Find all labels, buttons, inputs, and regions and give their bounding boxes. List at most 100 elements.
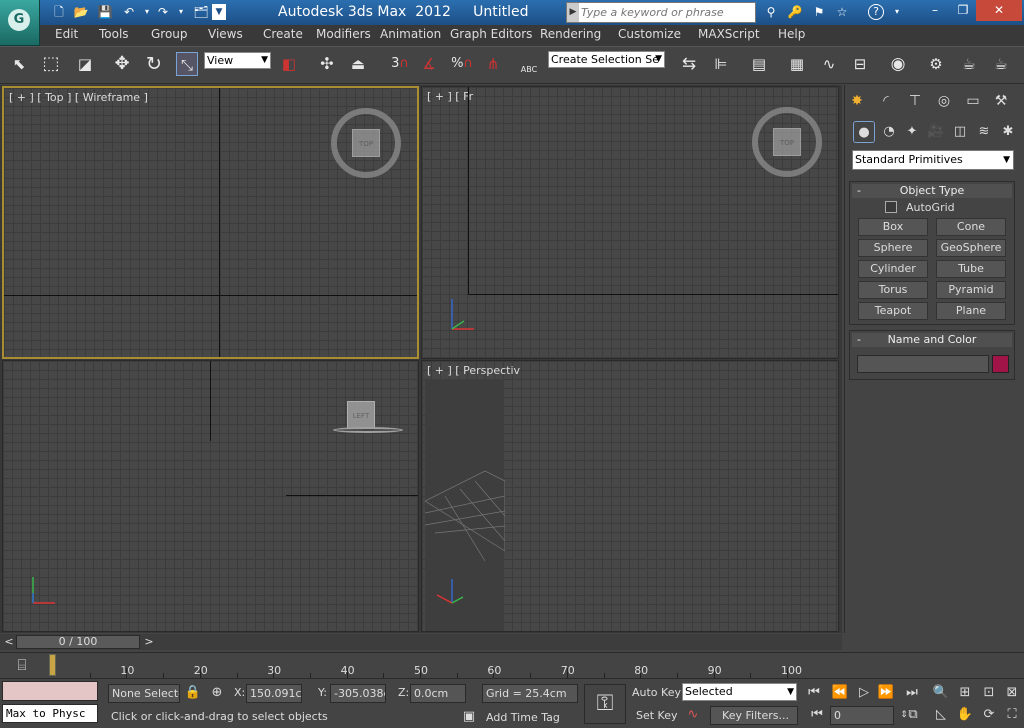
previous-frame-icon[interactable]: ⏪ [831,684,849,702]
menu-tools[interactable]: Tools [99,27,129,41]
plane-button[interactable]: Plane [936,302,1006,320]
restore-button[interactable]: ❐ [950,0,976,21]
geosphere-button[interactable]: GeoSphere [936,239,1006,257]
reference-coordinate-dropdown[interactable]: View ▼ [204,52,271,69]
create-tab-icon[interactable]: ✸ [846,90,868,112]
menu-create[interactable]: Create [263,27,303,41]
teapot-button[interactable]: Teapot [858,302,928,320]
viewcube-front[interactable]: TOP [752,107,822,177]
viewport-label-front[interactable]: [ + ] [ Fr [427,90,473,103]
autogrid-checkbox[interactable] [885,201,897,213]
new-file-icon[interactable]: 🗋 [50,4,68,20]
timeline[interactable] [0,652,1024,678]
viewport-left[interactable]: LEFT [2,360,419,632]
snaps-toggle-icon[interactable]: 3∩ [385,52,415,76]
auto-key-button[interactable]: Auto Key [632,686,681,699]
maximize-viewport-icon[interactable]: ⛶ [1003,706,1021,724]
object-name-input[interactable] [857,355,989,373]
key-mode-toggle-icon[interactable]: ⏮ [808,706,826,724]
redo-icon[interactable]: ↷ [154,4,172,20]
percent-snap-icon[interactable]: %∩ [449,52,475,76]
maxscript-listener-pink[interactable] [2,681,98,701]
torus-button[interactable]: Torus [858,281,928,299]
redo-dropdown-icon[interactable]: ▾ [172,4,190,20]
menu-views[interactable]: Views [208,27,243,41]
schematic-view-icon[interactable]: ⊟ [849,52,871,76]
lights-icon[interactable]: ✦ [901,121,923,143]
help-icon[interactable]: ? [868,4,884,20]
play-icon[interactable]: ▷ [855,684,873,702]
next-frame-icon[interactable]: ⏩ [877,684,895,702]
pivot-center-icon[interactable]: ◧ [278,52,300,76]
menu-rendering[interactable]: Rendering [540,27,601,41]
scale-icon[interactable]: ⤡ [176,52,198,76]
menu-edit[interactable]: Edit [55,27,78,41]
orbit-icon[interactable]: ⟳ [980,706,998,724]
shapes-icon[interactable]: ◔ [878,121,900,143]
name-color-header[interactable]: - Name and Color [852,333,1012,347]
render-production-icon[interactable]: ☕ [990,52,1012,76]
viewport-front[interactable]: [ + ] [ Fr TOP [421,86,839,359]
communication-icon[interactable]: ⚑ [810,4,828,20]
zoom-extents-icon[interactable]: ⊡ [980,684,998,702]
viewcube-top[interactable]: TOP [331,108,401,178]
display-tab-icon[interactable]: ▭ [962,90,984,112]
box-button[interactable]: Box [858,218,928,236]
zoom-extents-all-icon[interactable]: ⊠ [1003,684,1021,702]
object-color-swatch[interactable] [992,355,1009,373]
viewport-label-top[interactable]: [ + ] [ Top ] [ Wireframe ] [9,91,148,104]
maxscript-mini-listener[interactable]: Max to Physc [2,704,98,723]
viewport-perspective[interactable]: [ + ] [ Perspectiv [421,360,839,632]
time-configuration-icon[interactable]: ⧉ [904,706,922,724]
select-region-icon[interactable]: ⬚ [40,52,62,76]
field-of-view-icon[interactable]: ◺ [932,706,950,724]
menu-customize[interactable]: Customize [618,27,681,41]
mirror-icon[interactable]: ⇆ [678,52,700,76]
space-warps-icon[interactable]: ≋ [973,121,995,143]
viewcube-left[interactable]: LEFT [333,381,403,451]
utilities-tab-icon[interactable]: ⚒ [990,90,1012,112]
object-type-header[interactable]: - Object Type [852,184,1012,198]
pyramid-button[interactable]: Pyramid [936,281,1006,299]
menu-animation[interactable]: Animation [380,27,441,41]
go-to-end-icon[interactable]: ⏭ [903,684,921,702]
viewport-label-perspective[interactable]: [ + ] [ Perspectiv [427,364,520,377]
selection-lock-icon[interactable]: 🔒 [184,684,202,702]
x-coordinate-field[interactable]: 150.091cm [246,684,302,703]
key-mode-dropdown[interactable]: Selected ▼ [682,683,797,701]
quick-access-dropdown-icon[interactable]: ▼ [212,4,226,20]
menu-maxscript[interactable]: MAXScript [698,27,760,41]
zoom-all-icon[interactable]: ⊞ [956,684,974,702]
align-icon[interactable]: ⊫ [710,52,732,76]
favorites-star-icon[interactable]: ☆ [833,4,851,20]
add-time-tag[interactable]: Add Time Tag [486,711,560,724]
geometry-icon[interactable]: ● [853,121,875,143]
keyboard-shortcut-override-icon[interactable]: ⏏ [347,52,369,76]
rendered-frame-window-icon[interactable]: ☕ [958,52,980,76]
spinner-snap-icon[interactable]: ⋔ [482,52,504,76]
z-coordinate-field[interactable]: 0.0cm [410,684,466,703]
search-expand-icon[interactable]: ▶ [567,3,579,22]
key-filters-button[interactable]: Key Filters... [710,706,798,725]
select-manipulate-icon[interactable]: ✣ [316,52,338,76]
project-folder-icon[interactable]: 🗂 [192,4,210,20]
hierarchy-tab-icon[interactable]: ⊤ [904,90,926,112]
menu-graph-editors[interactable]: Graph Editors [450,27,532,41]
motion-tab-icon[interactable]: ◎ [933,90,955,112]
systems-icon[interactable]: ✱ [997,121,1019,143]
help-dropdown-icon[interactable]: ▾ [888,4,906,20]
time-tag-icon[interactable]: ▣ [460,708,478,726]
save-icon[interactable]: 💾 [96,4,114,20]
modify-tab-icon[interactable]: ◜ [875,90,897,112]
angle-snap-icon[interactable]: ∡ [418,52,440,76]
menu-group[interactable]: Group [151,27,188,41]
open-file-icon[interactable]: 📂 [72,4,90,20]
absolute-relative-transform-icon[interactable]: ⊕ [208,684,226,702]
y-coordinate-field[interactable]: -305.038cm [330,684,386,703]
default-tangent-icon[interactable]: ∿ [684,706,702,724]
time-slider-thumb[interactable]: 0 / 100 [16,635,140,649]
pan-hand-icon[interactable]: ✋ [956,706,974,724]
undo-icon[interactable]: ↶ [120,4,138,20]
layer-manager-icon[interactable]: ▤ [748,52,770,76]
cylinder-button[interactable]: Cylinder [858,260,928,278]
